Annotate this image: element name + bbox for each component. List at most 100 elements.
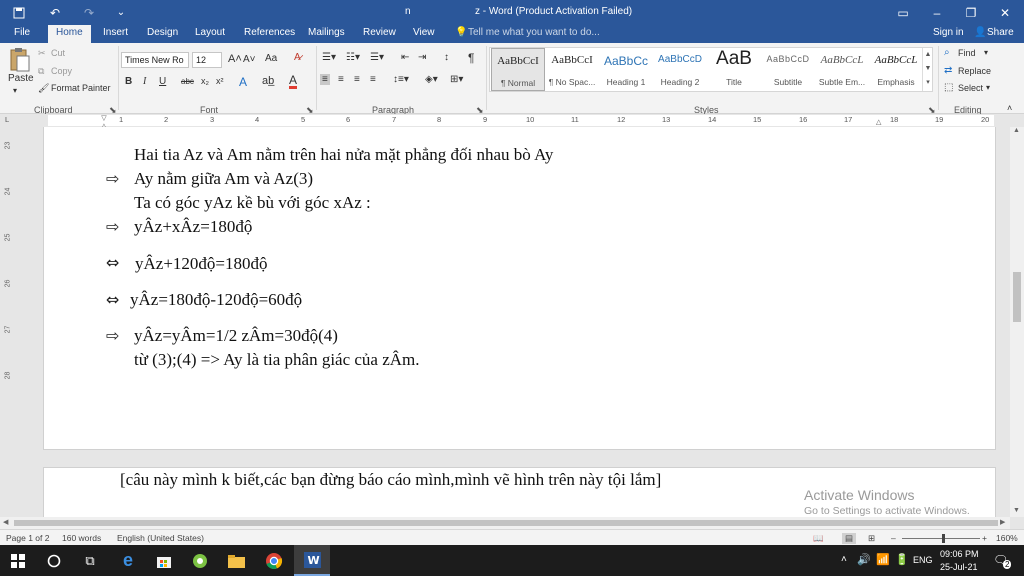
sort-icon[interactable]: ↕: [444, 52, 449, 63]
tray-overflow-icon[interactable]: ˄: [841, 554, 847, 565]
customize-qat-icon[interactable]: ⌄: [106, 0, 136, 25]
page-1[interactable]: Hai tia Az và Am nằm trên hai nửa mặt ph…: [43, 127, 996, 450]
copy-button[interactable]: Copy: [51, 66, 72, 76]
read-mode-icon[interactable]: 📖: [813, 533, 824, 544]
network-icon[interactable]: 📶: [876, 553, 890, 566]
right-indent-icon[interactable]: △: [876, 118, 884, 127]
paste-button[interactable]: Paste: [8, 73, 34, 84]
zoom-in-icon[interactable]: +: [982, 533, 987, 543]
clear-formatting-icon[interactable]: A̷: [294, 52, 301, 63]
clock-time[interactable]: 09:06 PM: [940, 549, 979, 559]
style-heading-1[interactable]: AaBbCc Heading 1: [599, 48, 653, 91]
subscript-button[interactable]: x₂: [201, 76, 209, 86]
close-icon[interactable]: ✕: [990, 0, 1020, 25]
volume-icon[interactable]: 🔊: [857, 553, 871, 566]
numbering-icon[interactable]: ☷▾: [346, 52, 360, 63]
highlight-icon[interactable]: ab̲: [262, 75, 274, 87]
style-emphasis[interactable]: AaBbCcL Emphasis: [869, 48, 923, 91]
app-green-icon[interactable]: [182, 545, 218, 576]
align-left-icon[interactable]: ≡: [320, 74, 330, 85]
align-center-icon[interactable]: ≡: [338, 74, 344, 85]
superscript-button[interactable]: x²: [216, 76, 224, 86]
share-button[interactable]: Share: [987, 27, 1014, 38]
word-count[interactable]: 160 words: [62, 533, 101, 543]
change-case-button[interactable]: Aa: [265, 53, 277, 64]
redo-icon[interactable]: ↷: [74, 0, 104, 25]
scroll-thumb[interactable]: [1013, 272, 1021, 322]
tell-me-box[interactable]: Tell me what you want to do...: [468, 27, 600, 38]
battery-icon[interactable]: 🔋: [895, 553, 909, 566]
text-effects-icon[interactable]: A: [239, 75, 247, 89]
cut-button[interactable]: Cut: [51, 48, 65, 58]
strikethrough-button[interactable]: abc: [181, 77, 194, 86]
zoom-slider[interactable]: [902, 538, 980, 539]
file-explorer-icon[interactable]: [218, 545, 254, 576]
grow-font-icon[interactable]: A˄: [228, 53, 242, 65]
tab-references[interactable]: References: [244, 27, 295, 38]
tab-review[interactable]: Review: [363, 27, 396, 38]
tab-selector-icon[interactable]: L: [5, 115, 9, 124]
style-title[interactable]: AaB Title: [707, 48, 761, 91]
vertical-scrollbar[interactable]: ▲ ▼: [1010, 127, 1024, 517]
clock-date[interactable]: 25-Jul-21: [940, 562, 978, 572]
web-layout-icon[interactable]: ⊞: [868, 533, 875, 544]
cortana-search-icon[interactable]: [36, 545, 72, 576]
zoom-level[interactable]: 160%: [996, 533, 1018, 543]
justify-icon[interactable]: ≡: [370, 74, 376, 85]
tab-home[interactable]: Home: [48, 25, 91, 43]
start-windows-icon[interactable]: [0, 545, 36, 576]
paste-dropdown-icon[interactable]: ▾: [13, 86, 17, 95]
tab-layout[interactable]: Layout: [195, 27, 225, 38]
indent-marker-icon[interactable]: ▽△: [100, 114, 108, 130]
align-right-icon[interactable]: ≡: [354, 74, 360, 85]
increase-indent-icon[interactable]: ⇥: [418, 52, 426, 63]
style-heading-2[interactable]: AaBbCcD Heading 2: [653, 48, 707, 91]
paste-icon[interactable]: [8, 47, 30, 73]
decrease-indent-icon[interactable]: ⇤: [401, 52, 409, 63]
task-view-icon[interactable]: ⧉: [72, 545, 108, 576]
restore-icon[interactable]: ❐: [956, 0, 986, 25]
undo-icon[interactable]: ↶: [40, 0, 70, 25]
tab-insert[interactable]: Insert: [103, 27, 128, 38]
horizontal-ruler[interactable]: L ▽△ △ 1 2 3 4 5 6 7 8 9 10 11 12 13 14 …: [0, 114, 1024, 130]
format-painter-button[interactable]: Format Painter: [51, 83, 111, 93]
horizontal-scrollbar[interactable]: ◀ ▶: [0, 517, 1010, 529]
ribbon-display-options-icon[interactable]: ▭: [888, 0, 918, 25]
save-icon[interactable]: [4, 0, 34, 25]
hscroll-thumb[interactable]: [14, 520, 998, 526]
bullets-icon[interactable]: ☰▾: [322, 52, 336, 63]
store-icon[interactable]: [146, 545, 182, 576]
find-button[interactable]: Find: [958, 48, 976, 58]
replace-button[interactable]: Replace: [958, 66, 991, 76]
scroll-up-icon[interactable]: ▲: [1013, 127, 1020, 134]
scroll-down-icon[interactable]: ▼: [1013, 507, 1020, 514]
tab-view[interactable]: View: [413, 27, 435, 38]
language[interactable]: English (United States): [117, 533, 204, 543]
borders-icon[interactable]: ⊞▾: [450, 74, 463, 85]
zoom-slider-thumb[interactable]: [942, 534, 945, 543]
style-normal[interactable]: AaBbCcI ¶ Normal: [491, 48, 545, 91]
font-color-icon[interactable]: A: [289, 74, 298, 89]
underline-button[interactable]: U: [159, 76, 166, 87]
font-size-box[interactable]: 12: [192, 52, 222, 68]
word-app-icon[interactable]: W: [294, 545, 330, 576]
multilevel-list-icon[interactable]: ☰▾: [370, 52, 384, 63]
select-button[interactable]: Select: [958, 83, 983, 93]
line-spacing-icon[interactable]: ↕≡▾: [393, 74, 409, 85]
document-area[interactable]: Hai tia Az và Am nằm trên hai nửa mặt ph…: [14, 127, 1010, 517]
tab-file[interactable]: File: [14, 27, 30, 38]
font-name-box[interactable]: Times New Ro: [121, 52, 189, 68]
find-dropdown-icon[interactable]: ▾: [984, 48, 988, 57]
print-layout-icon[interactable]: ▤: [842, 533, 857, 544]
select-dropdown-icon[interactable]: ▾: [986, 83, 990, 92]
zoom-out-icon[interactable]: –: [891, 533, 896, 543]
tab-design[interactable]: Design: [147, 27, 178, 38]
shading-icon[interactable]: ◈▾: [425, 74, 438, 85]
chrome-icon[interactable]: [256, 545, 292, 576]
style-subtitle[interactable]: AaBbCcD Subtitle: [761, 48, 815, 91]
style-no-spacing[interactable]: AaBbCcI ¶ No Spac...: [545, 48, 599, 91]
style-subtle-emphasis[interactable]: AaBbCcL Subtle Em...: [815, 48, 869, 91]
page-count[interactable]: Page 1 of 2: [6, 533, 49, 543]
bold-button[interactable]: B: [125, 76, 132, 87]
sign-in-link[interactable]: Sign in: [933, 27, 964, 38]
